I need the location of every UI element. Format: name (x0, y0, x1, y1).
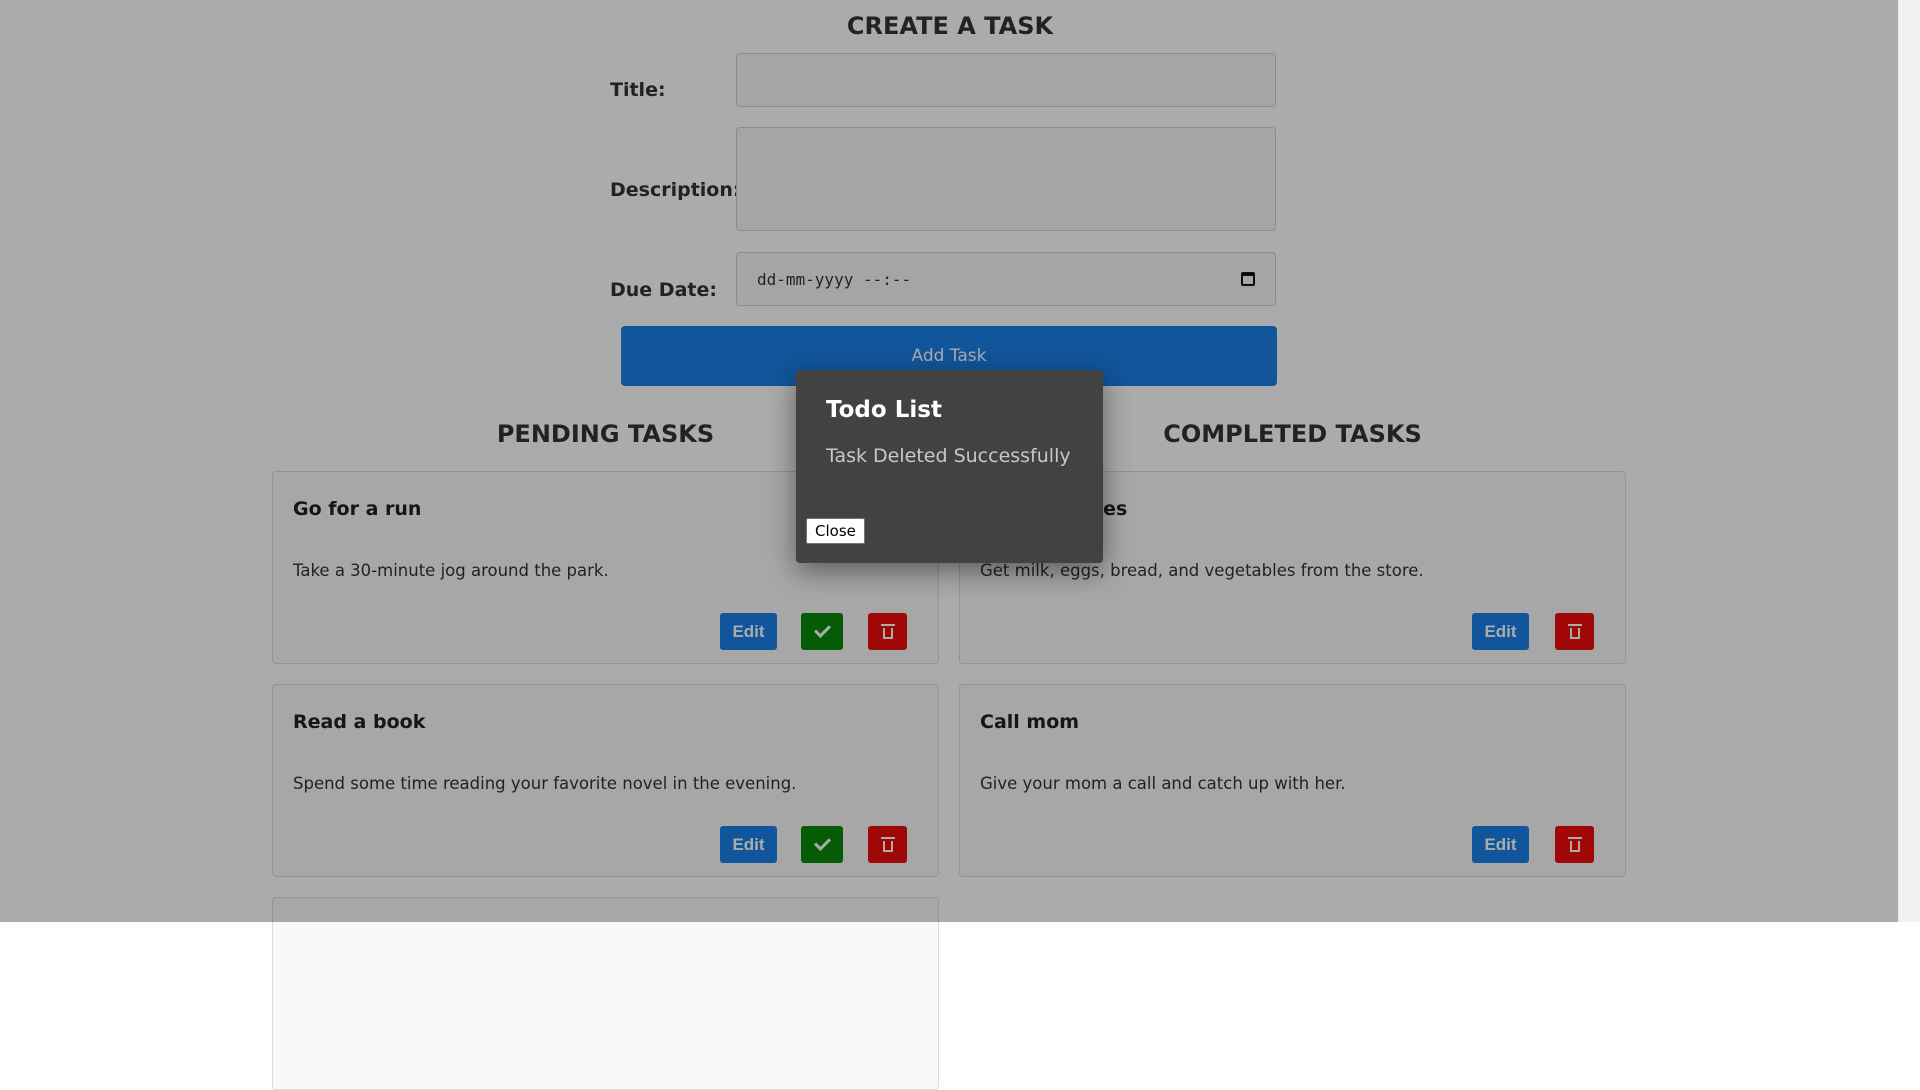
vertical-scrollbar[interactable] (1898, 0, 1920, 922)
pending-task-card (272, 897, 939, 1090)
dialog-message: Task Deleted Successfully (826, 445, 1071, 467)
close-button[interactable]: Close (806, 518, 865, 544)
todo-page: CREATE A TASK Title: Description: Due Da… (0, 0, 1898, 1090)
dialog-title: Todo List (826, 397, 942, 423)
notification-dialog: Todo List Task Deleted Successfully Clos… (796, 370, 1103, 563)
